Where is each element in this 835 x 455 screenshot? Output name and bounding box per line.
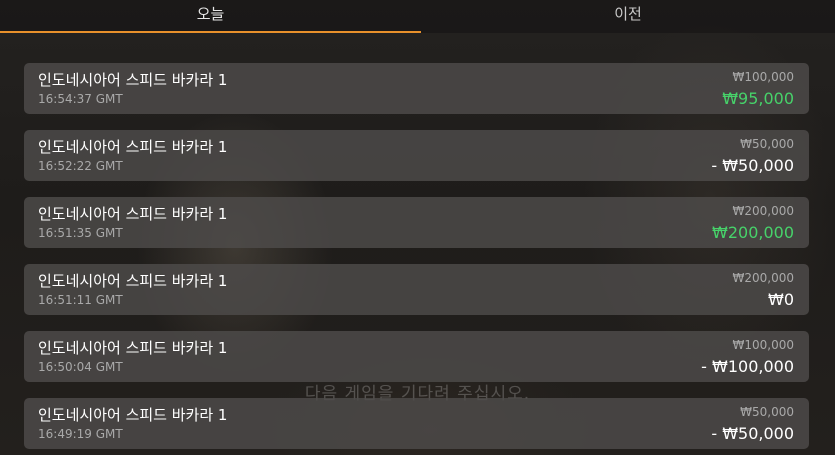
result-amount: - ₩50,000	[711, 424, 794, 443]
result-amount: ₩200,000	[712, 223, 794, 242]
result-amount: - ₩50,000	[711, 156, 794, 175]
round-time: 16:49:19 GMT	[38, 427, 123, 441]
game-name: 인도네시아어 스피드 바카라 1	[38, 272, 228, 290]
game-name: 인도네시아어 스피드 바카라 1	[38, 71, 228, 89]
round-time: 16:52:22 GMT	[38, 159, 123, 173]
bet-amount: ₩100,000	[732, 70, 795, 84]
round-time: 16:51:35 GMT	[38, 226, 123, 240]
history-row[interactable]: 인도네시아어 스피드 바카라 1 16:51:35 GMT ₩200,000 ₩…	[24, 197, 809, 248]
game-name: 인도네시아어 스피드 바카라 1	[38, 339, 228, 357]
bet-amount: ₩200,000	[732, 204, 795, 218]
bet-amount: ₩50,000	[740, 137, 794, 151]
game-name: 인도네시아어 스피드 바카라 1	[38, 205, 228, 223]
result-amount: ₩95,000	[722, 89, 794, 108]
bet-history-list: 인도네시아어 스피드 바카라 1 16:54:37 GMT ₩100,000 ₩…	[24, 63, 809, 455]
round-time: 16:50:04 GMT	[38, 360, 123, 374]
round-time: 16:51:11 GMT	[38, 293, 123, 307]
bet-amount: ₩50,000	[740, 405, 794, 419]
tab-past[interactable]: 이전	[421, 0, 835, 33]
result-amount: - ₩100,000	[701, 357, 794, 376]
active-tab-indicator	[0, 31, 421, 33]
round-time: 16:54:37 GMT	[38, 92, 123, 106]
result-amount: ₩0	[768, 290, 794, 309]
game-name: 인도네시아어 스피드 바카라 1	[38, 406, 228, 424]
history-tabs: 오늘 이전	[0, 0, 835, 33]
bet-amount: ₩100,000	[732, 338, 795, 352]
history-row[interactable]: 인도네시아어 스피드 바카라 1 16:50:04 GMT ₩100,000 -…	[24, 331, 809, 382]
game-name: 인도네시아어 스피드 바카라 1	[38, 138, 228, 156]
tab-past-label: 이전	[614, 5, 642, 23]
bet-amount: ₩200,000	[732, 271, 795, 285]
history-row[interactable]: 인도네시아어 스피드 바카라 1 16:49:19 GMT ₩50,000 - …	[24, 398, 809, 449]
history-row[interactable]: 인도네시아어 스피드 바카라 1 16:54:37 GMT ₩100,000 ₩…	[24, 63, 809, 114]
tab-today-label: 오늘	[196, 5, 225, 23]
history-row[interactable]: 인도네시아어 스피드 바카라 1 16:51:11 GMT ₩200,000 ₩…	[24, 264, 809, 315]
tab-today[interactable]: 오늘	[0, 0, 421, 33]
history-panel: 오늘 이전 다음 게임을 기다려 주십시오. 인도네시아어 스피드 바카라 1 …	[0, 0, 835, 455]
history-row[interactable]: 인도네시아어 스피드 바카라 1 16:52:22 GMT ₩50,000 - …	[24, 130, 809, 181]
